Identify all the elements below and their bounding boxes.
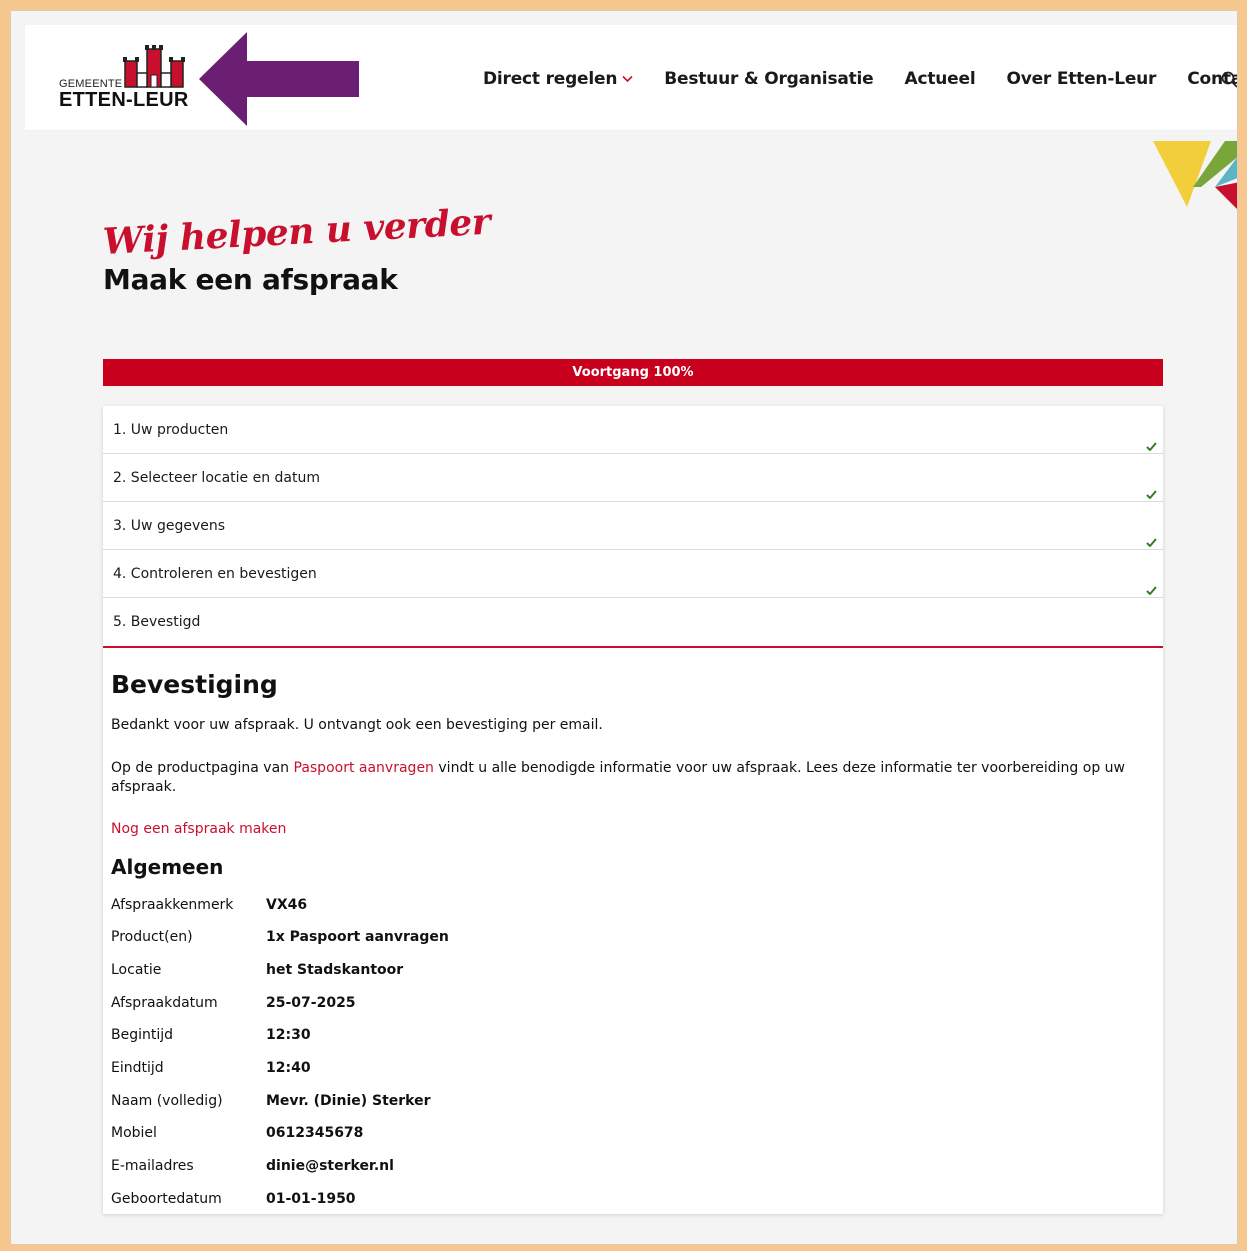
nav-item-over-etten-leur[interactable]: Over Etten-Leur [1006,69,1156,89]
detail-label: Mobiel [111,1125,157,1142]
detail-label: Locatie [111,962,162,979]
step-label: 3. Uw gegevens [113,518,226,534]
appointment-card: 1. Uw producten 2. Selecteer locatie en … [103,406,1163,1214]
nav-item-label: Bestuur & Organisatie [664,69,874,89]
detail-label: Naam (volledig) [111,1092,223,1109]
detail-label: Eindtijd [111,1060,164,1077]
detail-value: het Stadskantoor [266,962,404,979]
logo-big-text: ETTEN-LEUR [59,89,189,111]
page: GEMEENTE ETTEN-LEUR Direct regelen Bestu… [25,25,1238,1244]
checkmark-icon [1146,538,1157,547]
nav-item-label: Direct regelen [483,69,618,89]
step-uw-gegevens[interactable]: 3. Uw gegevens [103,502,1163,550]
arrow-left-icon [199,32,359,126]
step-label: 4. Controleren en bevestigen [113,566,317,582]
detail-value: 01-01-1950 [266,1190,356,1207]
detail-value: 25-07-2025 [266,994,356,1011]
step-bevestigd[interactable]: 5. Bevestigd [103,598,1163,648]
step-controleren[interactable]: 4. Controleren en bevestigen [103,550,1163,598]
info-text: Op de productpagina van Paspoort aanvrag… [111,759,1155,797]
detail-value: 12:30 [266,1027,311,1044]
nav-item-bestuur[interactable]: Bestuur & Organisatie [664,69,873,89]
general-heading: Algemeen [111,854,224,879]
detail-value: VX46 [266,896,308,913]
checkmark-icon [1146,442,1157,451]
decorative-triangles [1153,141,1237,209]
logo[interactable]: GEMEENTE ETTEN-LEUR [59,45,199,115]
detail-value: 1x Paspoort aanvragen [266,929,449,946]
detail-label: Begintijd [111,1027,174,1044]
details-table: Afspraakkenmerk VX46 Product(en) 1x Pasp… [111,889,1155,1216]
detail-value: dinie@sterker.nl [266,1158,394,1175]
detail-label: Afspraakkenmerk [111,896,234,913]
confirmation-heading: Bevestiging [111,670,278,699]
progress-label: Voortgang 100% [572,365,694,380]
detail-label: Product(en) [111,929,193,946]
detail-value: Mevr. (Dinie) Sterker [266,1092,431,1109]
detail-label: Geboortedatum [111,1190,222,1207]
main-nav: Direct regelen Bestuur & Organisatie Act… [483,69,1237,89]
step-label: 1. Uw producten [113,422,229,438]
castle-logo-icon [123,45,185,88]
step-label: 2. Selecteer locatie en datum [113,470,321,486]
new-appointment-link[interactable]: Nog een afspraak maken [111,821,1155,837]
thanks-text: Bedankt voor uw afspraak. U ontvangt ook… [111,717,603,733]
confirmation-content: Bevestiging Bedankt voor uw afspraak. U … [103,648,1163,1216]
product-page-link[interactable]: Paspoort aanvragen [294,760,434,776]
checkmark-icon [1146,490,1157,499]
progress-bar: Voortgang 100% [103,359,1163,386]
site-header: GEMEENTE ETTEN-LEUR Direct regelen Bestu… [25,25,1238,131]
info-text-before: Op de productpagina van [111,759,294,776]
hero-script-title: Wij helpen u verder [101,200,492,263]
screenshot-frame: GEMEENTE ETTEN-LEUR Direct regelen Bestu… [10,10,1238,1245]
detail-value: 0612345678 [266,1125,364,1142]
detail-label: E-mailadres [111,1158,194,1175]
checkmark-icon [1146,586,1157,595]
nav-item-label: Actueel [904,69,976,89]
page-title: Maak een afspraak [103,263,398,296]
chevron-down-icon [622,75,633,83]
step-uw-producten[interactable]: 1. Uw producten [103,406,1163,454]
detail-label: Afspraakdatum [111,994,218,1011]
detail-value: 12:40 [266,1060,311,1077]
step-label: 5. Bevestigd [113,614,201,630]
nav-item-direct-regelen[interactable]: Direct regelen [483,69,633,89]
search-icon[interactable] [1221,71,1238,89]
nav-item-label: Over Etten-Leur [1006,69,1157,89]
step-locatie-datum[interactable]: 2. Selecteer locatie en datum [103,454,1163,502]
nav-item-actueel[interactable]: Actueel [905,69,976,89]
